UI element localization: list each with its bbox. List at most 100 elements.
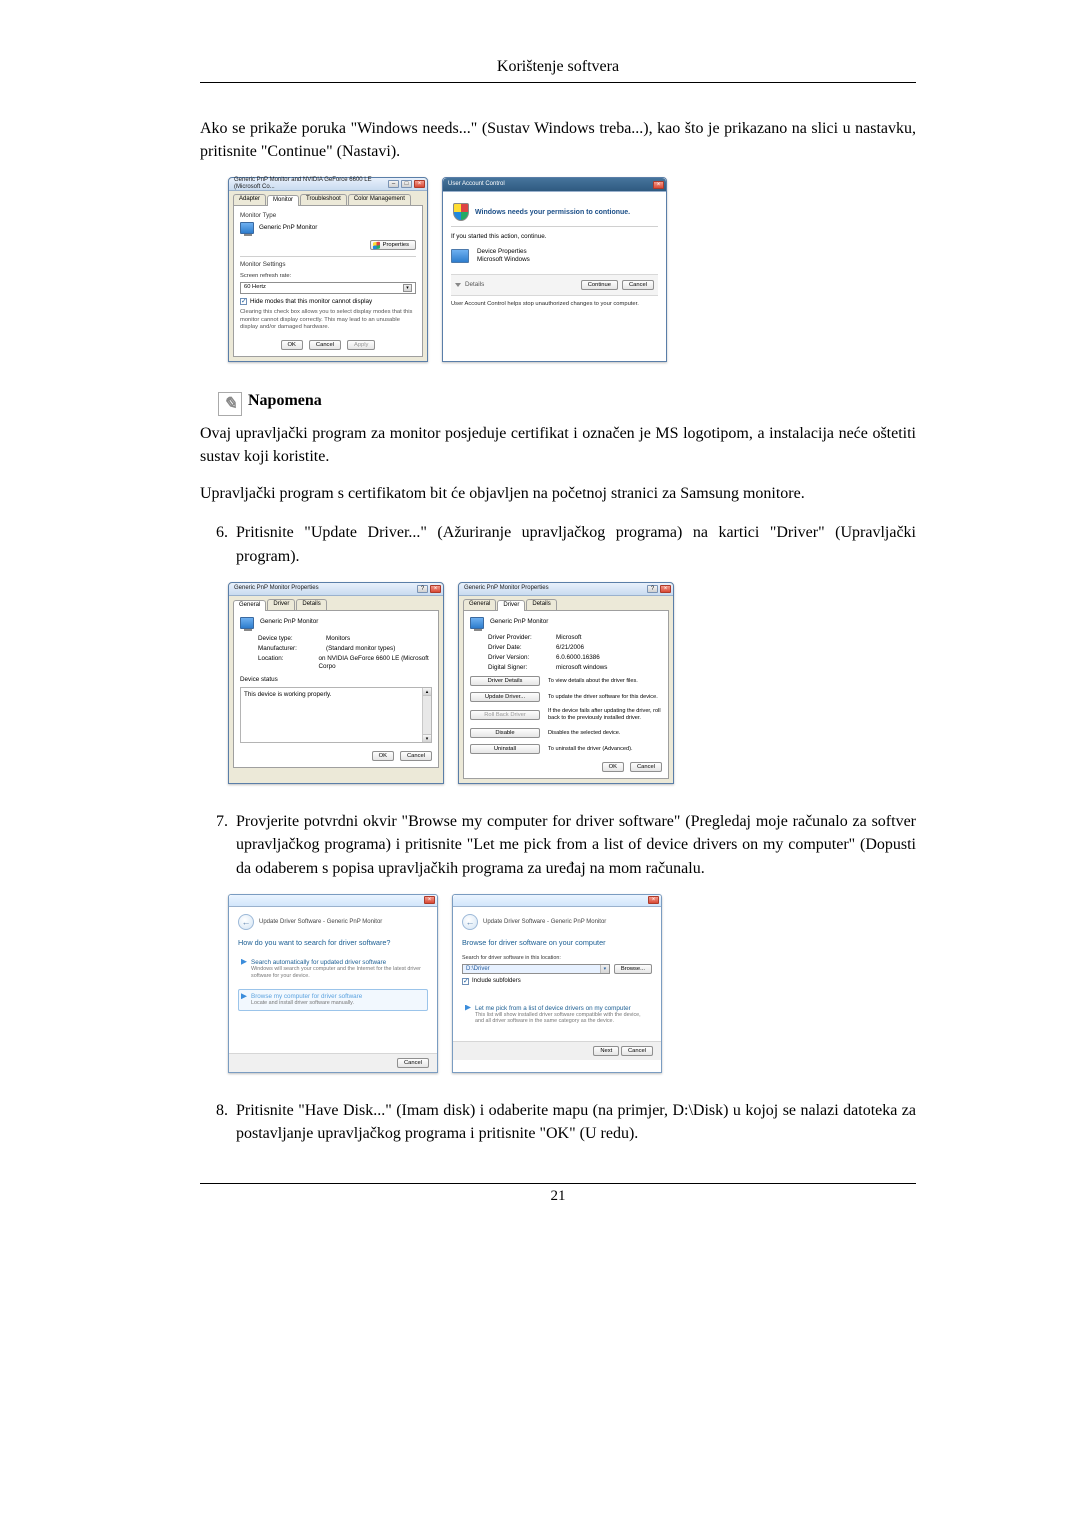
chevron-down-icon: ▾ [403, 284, 412, 292]
close-icon[interactable]: × [424, 896, 435, 904]
tab-driver[interactable]: Driver [267, 599, 295, 610]
option-pick-from-list[interactable]: Let me pick from a list of device driver… [462, 1001, 652, 1030]
uac-sub-message: If you started this action, continue. [451, 233, 658, 241]
minimize-icon[interactable]: – [388, 180, 399, 188]
tab-color-mgmt[interactable]: Color Management [348, 194, 411, 205]
back-button[interactable]: ← [238, 914, 254, 930]
note-icon: ✎ [218, 392, 242, 416]
list-text: Pritisnite "Update Driver..." (Ažuriranj… [236, 524, 916, 564]
dropdown-value: 60 Hertz [244, 284, 266, 292]
disable-button[interactable]: Disable [470, 728, 540, 738]
help-icon[interactable]: ? [417, 585, 428, 593]
tab-general[interactable]: General [233, 600, 266, 611]
driver-details-button[interactable]: Driver Details [470, 676, 540, 686]
tab-details[interactable]: Details [296, 599, 326, 610]
tab-driver[interactable]: Driver [497, 600, 525, 611]
close-icon[interactable]: × [653, 181, 664, 189]
uac-window: User Account Control × Windows needs you… [442, 177, 667, 361]
tab-details[interactable]: Details [526, 599, 556, 610]
option-heading: Let me pick from a list of device driver… [475, 1005, 647, 1012]
refresh-rate-dropdown[interactable]: 60 Hertz ▾ [240, 282, 416, 294]
section-header: Korištenje softvera [200, 58, 916, 83]
step-7: 7. Provjerite potvrdni okvir "Browse my … [200, 810, 916, 880]
option-browse-computer[interactable]: Browse my computer for driver software L… [238, 989, 428, 1011]
note-block: ✎ Napomena [218, 388, 916, 412]
rollback-driver-button[interactable]: Roll Back Driver [470, 710, 540, 720]
window-title: Generic PnP Monitor Properties [234, 585, 319, 593]
value: 6.0.6000.16386 [556, 654, 600, 662]
monitor-properties-window: Generic PnP Monitor and NVIDIA GeForce 6… [228, 177, 428, 361]
monitor-name: Generic PnP Monitor [259, 224, 317, 232]
scroll-down-icon[interactable]: ▾ [423, 734, 431, 742]
close-icon[interactable]: × [648, 896, 659, 904]
cancel-button[interactable]: Cancel [622, 280, 654, 290]
option-search-auto[interactable]: Search automatically for updated driver … [238, 955, 428, 984]
cancel-button[interactable]: Cancel [309, 340, 341, 350]
breadcrumb: Update Driver Software - Generic PnP Mon… [259, 919, 382, 925]
cancel-button[interactable]: Cancel [621, 1046, 653, 1056]
device-status-text: This device is working properly. [244, 691, 331, 698]
paragraph: Ovaj upravljački program za monitor posj… [200, 422, 916, 468]
value: on NVIDIA GeForce 6600 LE (Microsoft Cor… [318, 655, 432, 671]
figures-row-2: Generic PnP Monitor Properties ? × Gener… [228, 582, 916, 784]
button-description: To update the driver software for this d… [548, 694, 662, 701]
details-expander[interactable]: Details [455, 281, 484, 289]
apply-button[interactable]: Apply [347, 340, 376, 350]
option-sub: Locate and install driver software manua… [251, 1000, 423, 1007]
ok-button[interactable]: OK [372, 751, 394, 761]
scrollbar[interactable]: ▴ ▾ [422, 688, 431, 742]
step-8: 8. Pritisnite "Have Disk..." (Imam disk)… [200, 1099, 916, 1145]
value: microsoft windows [556, 664, 607, 672]
checkbox-label: Hide modes that this monitor cannot disp… [250, 298, 372, 306]
program-icon [451, 249, 469, 263]
next-button[interactable]: Next [593, 1046, 619, 1056]
update-driver-wizard-browse: × ← Update Driver Software - Generic PnP… [452, 894, 662, 1073]
monitor-name: Generic PnP Monitor [260, 618, 318, 626]
include-subfolders-checkbox[interactable] [462, 978, 469, 985]
update-driver-button[interactable]: Update Driver... [470, 692, 540, 702]
label: Location: [258, 655, 312, 671]
close-icon[interactable]: × [660, 585, 671, 593]
window-title: Generic PnP Monitor Properties [464, 585, 549, 593]
close-icon[interactable]: × [430, 585, 441, 593]
location-combobox[interactable]: D:\Driver ▾ [462, 964, 610, 974]
tab-strip: Adapter Monitor Troubleshoot Color Manag… [229, 191, 427, 205]
page-number: 21 [200, 1183, 916, 1205]
continue-button[interactable]: Continue [581, 280, 618, 290]
details-label: Details [465, 281, 484, 289]
cancel-button[interactable]: Cancel [397, 1058, 429, 1068]
back-button[interactable]: ← [462, 914, 478, 930]
tab-general[interactable]: General [463, 599, 496, 610]
uac-message: Windows needs your permission to contion… [475, 208, 630, 217]
list-number: 8. [200, 1099, 228, 1122]
uninstall-button[interactable]: Uninstall [470, 744, 540, 754]
label: Monitor Settings [240, 261, 416, 269]
list-number: 6. [200, 521, 228, 544]
tab-adapter[interactable]: Adapter [233, 194, 266, 205]
paragraph: Upravljački program s certifikatom bit ć… [200, 482, 916, 505]
cancel-button[interactable]: Cancel [630, 762, 662, 772]
ok-button[interactable]: OK [602, 762, 624, 772]
browse-button[interactable]: Browse... [614, 964, 652, 974]
ok-button[interactable]: OK [281, 340, 303, 350]
figures-row-1: Generic PnP Monitor and NVIDIA GeForce 6… [228, 177, 916, 361]
list-number: 7. [200, 810, 228, 833]
tab-troubleshoot[interactable]: Troubleshoot [300, 194, 347, 205]
label: Driver Provider: [488, 634, 550, 642]
help-icon[interactable]: ? [647, 585, 658, 593]
wizard-title: Browse for driver software on your compu… [462, 938, 652, 947]
monitor-icon [470, 617, 484, 629]
paragraph: Ako se prikaže poruka "Windows needs..."… [200, 117, 916, 163]
tab-monitor[interactable]: Monitor [267, 195, 299, 206]
window-title: Generic PnP Monitor and NVIDIA GeForce 6… [234, 177, 388, 193]
properties-button[interactable]: Properties [370, 240, 416, 250]
scroll-up-icon[interactable]: ▴ [423, 688, 431, 696]
hide-modes-checkbox[interactable] [240, 298, 247, 305]
option-heading: Browse my computer for driver software [251, 993, 423, 1000]
checkbox-label: Include subfolders [472, 978, 521, 984]
shield-icon [453, 203, 469, 221]
close-icon[interactable]: × [414, 180, 425, 188]
value: (Standard monitor types) [326, 645, 395, 653]
cancel-button[interactable]: Cancel [400, 751, 432, 761]
maximize-icon[interactable]: □ [401, 180, 412, 188]
